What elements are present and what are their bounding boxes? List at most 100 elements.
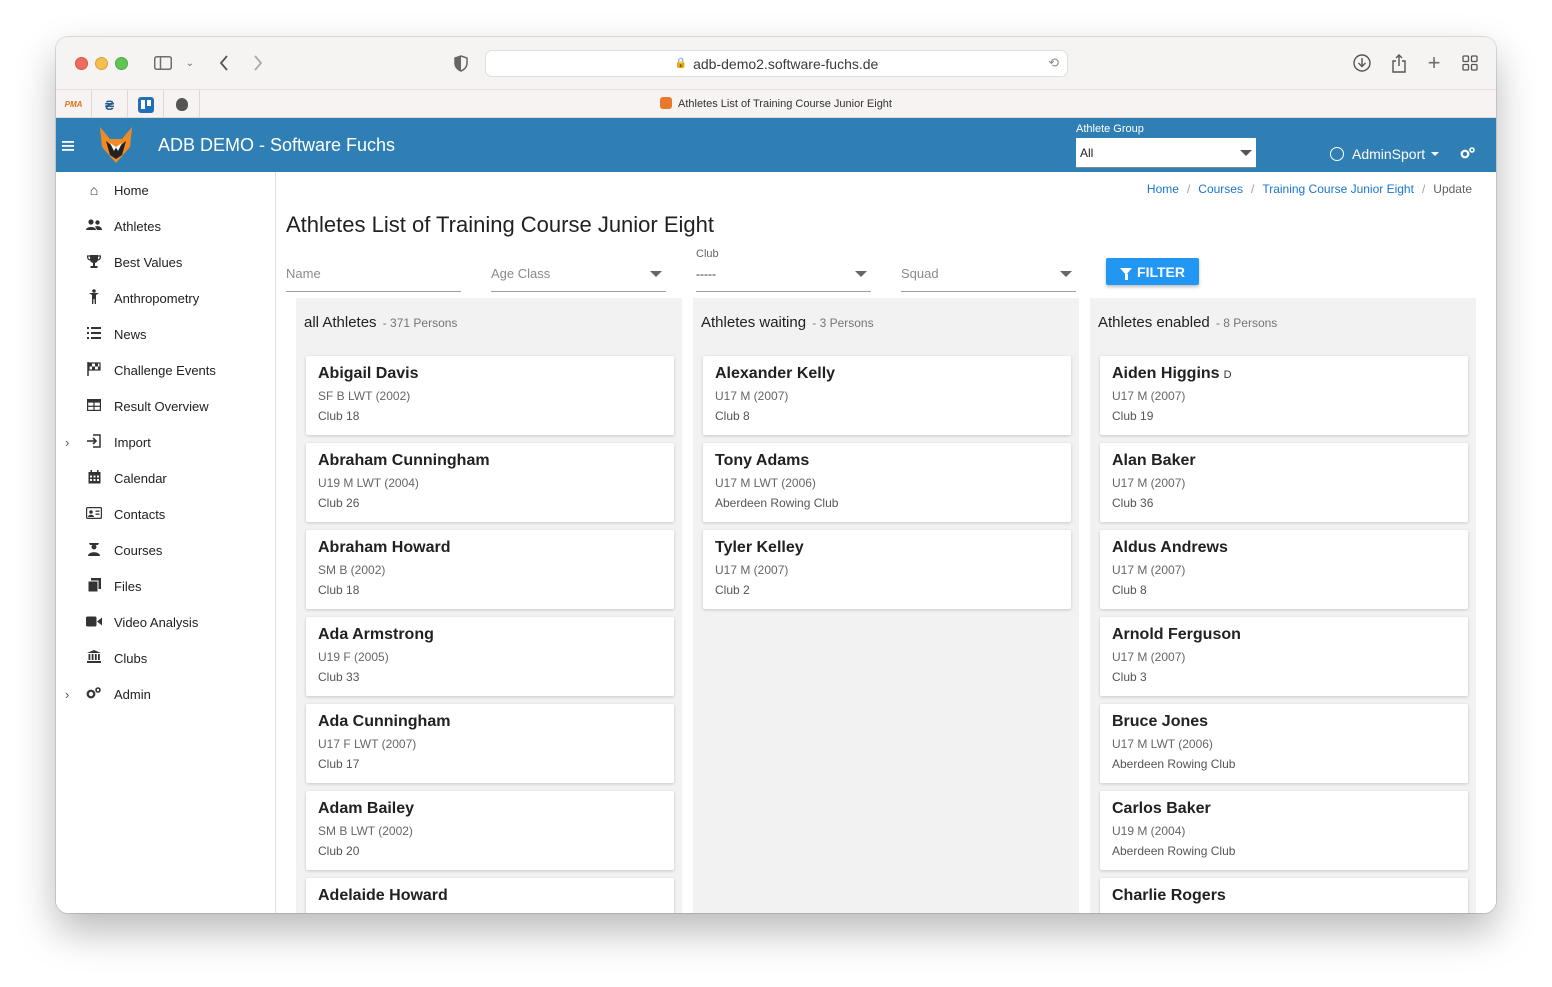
sidebar-item-import[interactable]: › Import (56, 424, 275, 460)
athletes-waiting-column: Athletes waiting - 3 Persons Alexander K… (693, 298, 1079, 913)
translate-reload-icon[interactable]: ⟲ (1048, 55, 1059, 71)
app-title[interactable]: ADB DEMO - Software Fuchs (158, 135, 395, 156)
sidebar-item-label: Clubs (114, 650, 148, 666)
forward-icon[interactable] (250, 51, 266, 75)
athlete-name-text: Aiden Higgins (1112, 365, 1220, 382)
athlete-club: Club 8 (715, 409, 750, 423)
zoom-window-button[interactable] (115, 57, 128, 70)
athlete-card[interactable]: Adelaide Howard (306, 878, 674, 913)
sidebar-item-anthropometry[interactable]: Anthropometry (56, 280, 275, 316)
new-tab-icon[interactable]: + (1424, 50, 1444, 75)
caret-down-icon (1240, 150, 1252, 156)
squad-select[interactable]: Squad (901, 244, 1076, 292)
privacy-shield-icon[interactable] (452, 51, 470, 75)
athlete-group-select[interactable]: All (1076, 138, 1256, 168)
breadcrumb-course[interactable]: Training Course Junior Eight (1262, 182, 1414, 196)
athlete-club: Club 20 (318, 844, 360, 858)
user-menu[interactable]: AdminSport (1330, 146, 1440, 162)
athlete-card[interactable]: Alexander Kelly U17 M (2007) Club 8 (703, 356, 1071, 435)
cogs-icon[interactable] (1460, 146, 1476, 164)
athlete-card[interactable]: Tyler Kelley U17 M (2007) Club 2 (703, 530, 1071, 609)
sidebar-item-label: Best Values (114, 254, 183, 270)
lock-icon: 🔒 (674, 58, 688, 69)
breadcrumb-home[interactable]: Home (1147, 182, 1179, 196)
sidebar-item-files[interactable]: Files (56, 568, 275, 604)
column-count: - 8 Persons (1215, 316, 1278, 330)
filter-icon (1120, 268, 1133, 280)
table-icon (85, 398, 103, 414)
list-icon (85, 326, 103, 342)
athlete-class: U17 M (2007) (715, 389, 789, 403)
athlete-name: Charlie Rogers (1112, 887, 1226, 904)
sidebar-item-clubs[interactable]: Clubs (56, 640, 275, 676)
sidebar-item-label: Calendar (114, 470, 167, 486)
athlete-club: Aberdeen Rowing Club (715, 496, 839, 510)
athlete-card[interactable]: Aiden Higgins D U17 M (2007) Club 19 (1100, 356, 1468, 435)
athlete-card[interactable]: Ada Armstrong U19 F (2005) Club 33 (306, 617, 674, 696)
column-count: - 371 Persons (382, 316, 458, 330)
athlete-card[interactable]: Arnold Ferguson U17 M (2007) Club 3 (1100, 617, 1468, 696)
athlete-name: Carlos Baker (1112, 800, 1211, 817)
caret-down-icon (1060, 271, 1072, 277)
sidebar-item-video-analysis[interactable]: Video Analysis (56, 604, 275, 640)
chevron-down-icon[interactable]: ⌄ (184, 51, 196, 75)
user-name: AdminSport (1352, 146, 1426, 162)
athlete-card[interactable]: Abigail Davis SF B LWT (2002) Club 18 (306, 356, 674, 435)
athlete-card[interactable]: Abraham Howard SM B (2002) Club 18 (306, 530, 674, 609)
main-content: Home / Courses / Training Course Junior … (276, 172, 1496, 913)
athlete-card[interactable]: Alan Baker U17 M (2007) Club 36 (1100, 443, 1468, 522)
sidebar-item-calendar[interactable]: Calendar (56, 460, 275, 496)
tab-title: Athletes List of Training Course Junior … (677, 98, 892, 110)
athlete-name: Abigail Davis (318, 365, 419, 382)
sidebar-item-label: Anthropometry (114, 290, 200, 306)
athlete-class: U19 M (2004) (1112, 824, 1186, 838)
sidebar-item-contacts[interactable]: Contacts (56, 496, 275, 532)
chevron-right-icon[interactable]: › (65, 435, 69, 450)
sidebar-item-result-overview[interactable]: Result Overview (56, 388, 275, 424)
minimize-window-button[interactable] (95, 57, 108, 70)
sidebar-item-news[interactable]: News (56, 316, 275, 352)
squad-placeholder: Squad (901, 266, 939, 281)
menu-icon[interactable] (62, 135, 74, 156)
fox-logo-icon[interactable] (96, 125, 136, 165)
tab-overview-icon[interactable] (1460, 51, 1480, 75)
club-select[interactable]: Club ----- (696, 244, 871, 292)
athlete-card[interactable]: Aldus Andrews U17 M (2007) Club 8 (1100, 530, 1468, 609)
sidebar-item-admin[interactable]: › Admin (56, 676, 275, 712)
caret-down-icon (855, 271, 867, 277)
sidebar-item-challenge-events[interactable]: Challenge Events (56, 352, 275, 388)
downloads-icon[interactable] (1352, 51, 1372, 75)
back-icon[interactable] (216, 51, 232, 75)
sidebar-toggle-icon[interactable] (152, 51, 174, 75)
age-class-placeholder: Age Class (491, 266, 551, 281)
name-field[interactable]: Name (286, 244, 461, 292)
sidebar-item-home[interactable]: ⌂ Home (56, 172, 275, 208)
athlete-card[interactable]: Charlie Rogers (1100, 878, 1468, 913)
address-bar[interactable]: 🔒 adb-demo2.software-fuchs.de ⟲ (485, 50, 1068, 77)
cogs-icon (85, 686, 103, 703)
close-window-button[interactable] (75, 57, 88, 70)
filter-button[interactable]: FILTER (1106, 258, 1199, 285)
sidebar-item-athletes[interactable]: Athletes (56, 208, 275, 244)
age-class-select[interactable]: Age Class (491, 244, 666, 292)
home-icon: ⌂ (89, 182, 99, 198)
athlete-card[interactable]: Abraham Cunningham U19 M LWT (2004) Club… (306, 443, 674, 522)
url-text: adb-demo2.software-fuchs.de (693, 55, 879, 72)
column-header: Athletes enabled - 8 Persons (1098, 314, 1277, 331)
sidebar-item-courses[interactable]: Courses (56, 532, 275, 568)
athlete-card[interactable]: Carlos Baker U19 M (2004) Aberdeen Rowin… (1100, 791, 1468, 870)
chevron-right-icon[interactable]: › (65, 687, 69, 702)
athlete-card[interactable]: Bruce Jones U17 M LWT (2006) Aberdeen Ro… (1100, 704, 1468, 783)
tab-bar: PMA ₴ Athletes List of Training Course J… (56, 89, 1496, 119)
athlete-card[interactable]: Tony Adams U17 M LWT (2006) Aberdeen Row… (703, 443, 1071, 522)
sidebar-item-label: Admin (114, 686, 151, 702)
breadcrumb-courses[interactable]: Courses (1198, 182, 1243, 196)
athlete-class: SM B LWT (2002) (318, 824, 413, 838)
share-icon[interactable] (1389, 51, 1409, 75)
sidebar: ⌂ Home Athletes Best Values Anthropometr… (56, 172, 276, 913)
athlete-card[interactable]: Ada Cunningham U17 F LWT (2007) Club 17 (306, 704, 674, 783)
sidebar-item-best-values[interactable]: Best Values (56, 244, 275, 280)
active-tab[interactable]: Athletes List of Training Course Junior … (56, 97, 1496, 110)
athlete-card[interactable]: Adam Bailey SM B LWT (2002) Club 20 (306, 791, 674, 870)
athlete-club: Club 3 (1112, 670, 1147, 684)
